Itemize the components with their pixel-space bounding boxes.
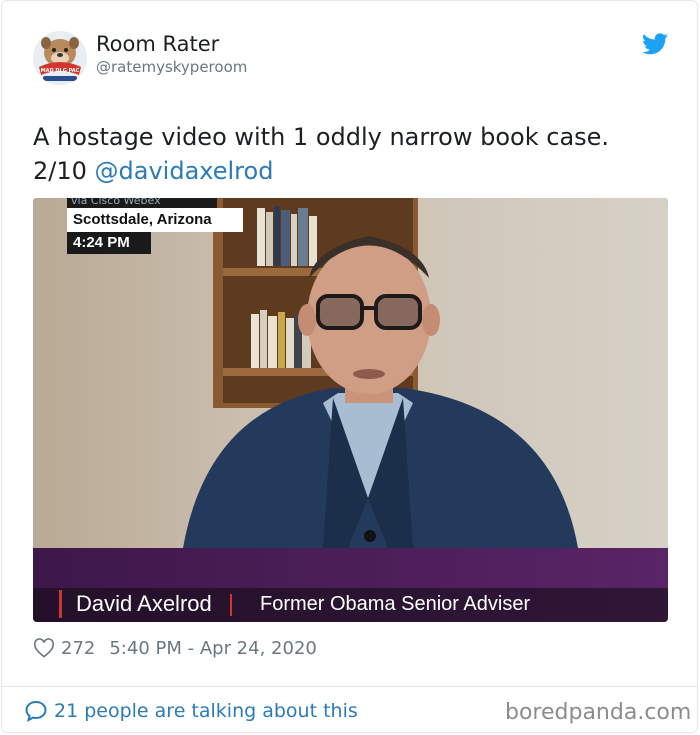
speech-bubble-icon bbox=[25, 700, 47, 722]
lower-third-title: Former Obama Senior Adviser bbox=[260, 593, 531, 615]
tweet-media-image[interactable]: via Cisco Webex Scottsdale, Arizona 4:24… bbox=[33, 198, 668, 622]
talking-about-link[interactable]: 21 people are talking about this bbox=[24, 698, 358, 724]
video-still bbox=[33, 198, 668, 622]
mention-link[interactable]: @davidaxelrod bbox=[95, 157, 274, 185]
talking-about-text[interactable]: 21 people are talking about this bbox=[54, 700, 358, 722]
tweet-timestamp[interactable]: 5:40 PM - Apr 24, 2020 bbox=[109, 638, 316, 659]
avatar[interactable]: MAD DLG PAC bbox=[33, 31, 87, 85]
tweet-text: A hostage video with 1 oddly narrow book… bbox=[33, 120, 673, 188]
like-count[interactable]: 272 bbox=[61, 638, 95, 659]
avatar-bulldog-logo: MAD DLG PAC bbox=[33, 31, 87, 85]
video-via-caption: via Cisco Webex bbox=[71, 198, 161, 207]
twitter-bird-icon[interactable] bbox=[642, 33, 668, 55]
video-location-caption: Scottsdale, Arizona bbox=[73, 211, 212, 228]
boredpanda-watermark: boredpanda.com bbox=[505, 700, 692, 725]
user-handle[interactable]: @ratemyskyperoom bbox=[96, 58, 247, 76]
tweet-text-line2: 2/10 @davidaxelrod bbox=[33, 154, 673, 188]
lower-third-name: David Axelrod bbox=[76, 591, 212, 616]
video-time-caption: 4:24 PM bbox=[73, 234, 130, 251]
user-display-name[interactable]: Room Rater bbox=[96, 32, 219, 56]
tweet-rating: 2/10 bbox=[33, 157, 95, 185]
tweet-text-line1: A hostage video with 1 oddly narrow book… bbox=[33, 123, 610, 151]
heart-icon[interactable] bbox=[33, 638, 55, 658]
tweet-meta: 272 5:40 PM - Apr 24, 2020 bbox=[33, 636, 317, 660]
avatar-badge-text: MAD DLG PAC bbox=[41, 68, 80, 74]
footer-divider bbox=[1, 686, 697, 687]
